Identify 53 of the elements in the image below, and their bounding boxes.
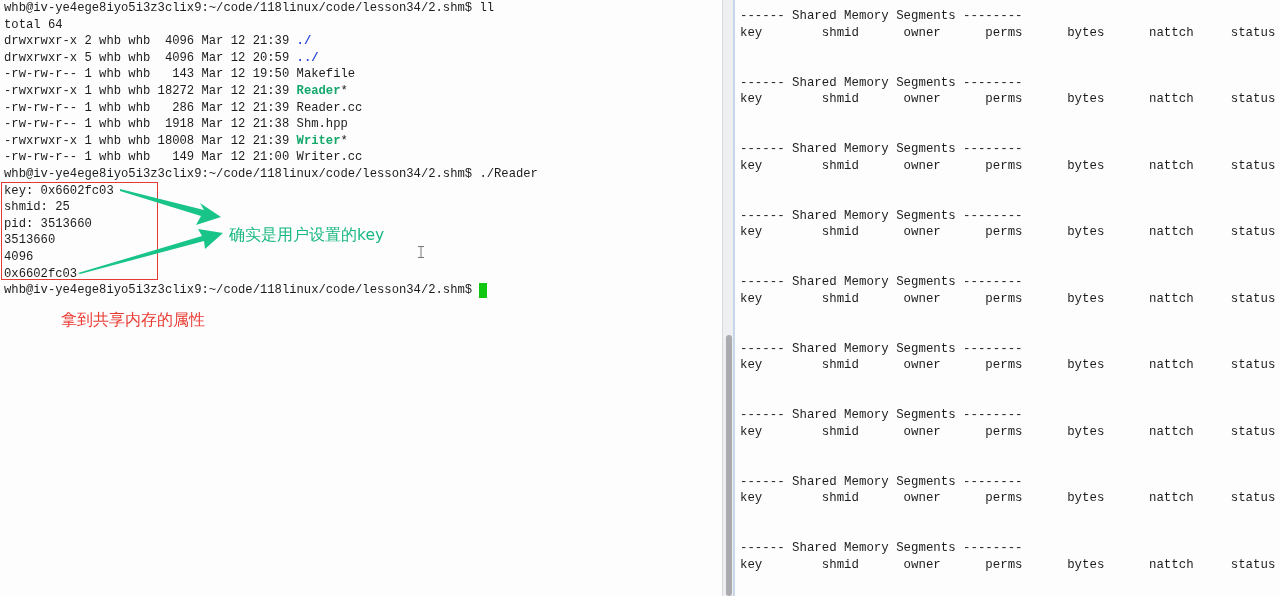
file-name: Writer.cc: [296, 149, 363, 166]
column-headers: key shmid owner perms bytes nattch status: [740, 358, 1276, 373]
file-name: Shm.hpp: [296, 116, 348, 133]
file-details: -rw-rw-r-- 1 whb whb 149 Mar 12 21:00: [4, 149, 291, 166]
executable-marker: *: [340, 132, 348, 150]
section-header: ------ Shared Memory Segments --------: [740, 541, 1023, 556]
section-header: ------ Shared Memory Segments --------: [740, 408, 1023, 423]
output-line: pid: 3513660: [4, 215, 92, 233]
file-name: Writer: [296, 132, 341, 150]
file-name: Reader.cc: [296, 99, 363, 117]
annotation-note: 拿到共享内存的属性: [61, 312, 205, 329]
column-headers: key shmid owner perms bytes nattch status: [740, 291, 1276, 306]
file-details: -rw-rw-r-- 1 whb whb 1918 Mar 12 21:38: [4, 116, 291, 133]
output-line: total 64: [4, 16, 63, 34]
column-headers: key shmid owner perms bytes nattch status: [740, 92, 1276, 107]
output-line: 0x6602fc03: [4, 265, 78, 283]
file-name: ./: [296, 33, 312, 50]
shell-prompt: whb@iv-ye4ege8iyo5i3z3clix9:~/code/118linux/code/lesson34/2.shm$: [4, 0, 474, 17]
section-header: ------ Shared Memory Segments --------: [740, 9, 1023, 24]
shell-prompt: whb@iv-ye4ege8iyo5i3z3clix9:~/code/118linux/code/lesson34/2.shm$: [4, 282, 474, 299]
command-text: ./Reader: [479, 165, 538, 183]
output-line: 3513660: [4, 232, 56, 249]
annotation-note: 确实是用户设置的key: [229, 227, 385, 244]
file-details: -rwxrwxr-x 1 whb whb 18272 Mar 12 21:39: [4, 82, 291, 100]
column-headers: key shmid owner perms bytes nattch status: [740, 25, 1276, 40]
output-line: 4096: [4, 248, 34, 266]
column-headers: key shmid owner perms bytes nattch status: [740, 557, 1276, 572]
section-header: ------ Shared Memory Segments --------: [740, 75, 1023, 90]
command-text: ll: [479, 0, 495, 17]
section-header: ------ Shared Memory Segments --------: [740, 142, 1023, 157]
column-headers: key shmid owner perms bytes nattch status: [740, 158, 1276, 173]
output-line: shmid: 25: [4, 199, 70, 216]
column-headers: key shmid owner perms bytes nattch status: [740, 225, 1276, 240]
column-headers: key shmid owner perms bytes nattch status: [740, 424, 1276, 439]
file-details: drwxrwxr-x 5 whb whb 4096 Mar 12 20:59: [4, 49, 291, 67]
shell-prompt: whb@iv-ye4ege8iyo5i3z3clix9:~/code/118linux/code/lesson34/2.shm$: [4, 165, 474, 183]
file-details: -rw-rw-r-- 1 whb whb 143 Mar 12 19:50: [4, 66, 291, 83]
scrollbar-thumb[interactable]: [726, 335, 732, 596]
column-headers: key shmid owner perms bytes nattch status: [740, 491, 1276, 506]
file-details: -rw-rw-r-- 1 whb whb 286 Mar 12 21:39: [4, 99, 291, 117]
section-header: ------ Shared Memory Segments --------: [740, 474, 1023, 489]
file-details: -rwxrwxr-x 1 whb whb 18008 Mar 12 21:39: [4, 132, 291, 150]
file-name: ../: [296, 49, 319, 67]
file-details: drwxrwxr-x 2 whb whb 4096 Mar 12 21:39: [4, 33, 291, 50]
file-name: Makefile: [296, 66, 356, 83]
section-header: ------ Shared Memory Segments --------: [740, 208, 1023, 223]
section-header: ------ Shared Memory Segments --------: [740, 341, 1023, 356]
file-name: Reader: [296, 82, 341, 100]
output-line: key: 0x6602fc03: [4, 182, 114, 200]
section-header: ------ Shared Memory Segments --------: [740, 275, 1023, 290]
text-cursor-icon: [418, 246, 424, 258]
executable-marker: *: [340, 82, 348, 100]
scrollbar[interactable]: [722, 0, 735, 596]
